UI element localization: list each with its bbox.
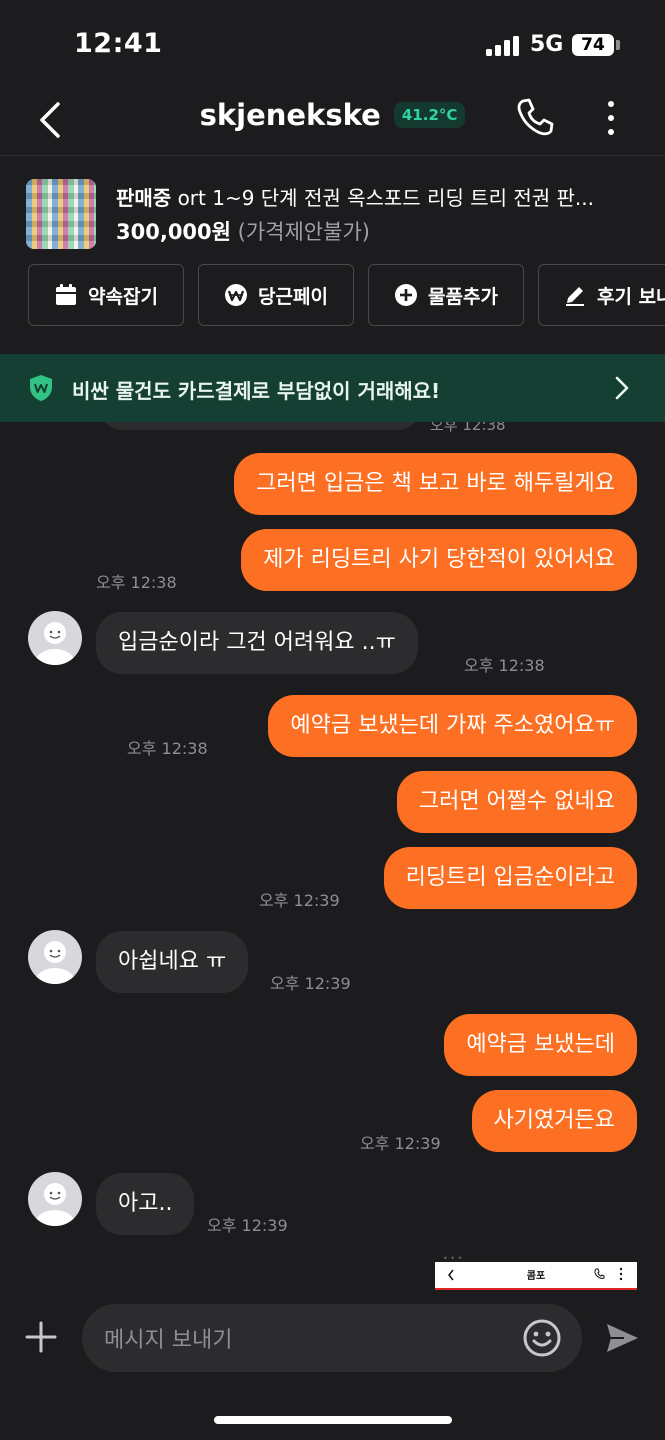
default-profile-icon xyxy=(35,941,75,984)
product-title-line: 판매중 ort 1~9 단계 전권 옥스포드 리딩 트리 전권 판... xyxy=(116,182,646,211)
chat-partner-name[interactable]: skjenekske xyxy=(200,98,381,132)
message-list[interactable]: 오후 12:38 그러면 입금은 책 보고 바로 해두릴게요 오후 12:38 … xyxy=(0,422,665,1290)
signal-icon xyxy=(486,36,519,56)
message-input-bar: 메시지 보내기 xyxy=(0,1290,665,1390)
plus-circle-icon xyxy=(395,284,418,306)
shield-won-icon xyxy=(30,375,52,401)
message-timestamp: 오후 12:38 xyxy=(464,656,545,675)
status-time: 12:41 xyxy=(74,28,163,59)
chevron-right-icon[interactable] xyxy=(612,374,632,402)
battery-icon: 74 xyxy=(572,34,614,56)
calendar-icon xyxy=(56,284,77,305)
product-summary[interactable]: 판매중 ort 1~9 단계 전권 옥스포드 리딩 트리 전권 판... 300… xyxy=(0,166,665,254)
header-title-group: skjenekske 41.2°C xyxy=(0,98,665,132)
outgoing-message[interactable]: 그러면 어쩔수 없네요 xyxy=(396,771,637,833)
avatar[interactable] xyxy=(28,1172,82,1226)
karrot-pay-label: 당근페이 xyxy=(258,285,328,308)
incoming-message[interactable]: 아쉽네요 ㅠ xyxy=(96,931,249,993)
send-review-button[interactable]: 후기 보내기 xyxy=(538,264,665,326)
home-indicator xyxy=(214,1416,452,1424)
action-button-row: 약속잡기 당근페이 물품추가 후기 보내기 xyxy=(0,264,665,326)
manner-temperature-badge: 41.2°C xyxy=(393,102,466,128)
outgoing-message[interactable]: 제가 리딩트리 사기 당한적이 있어서요 xyxy=(241,529,637,591)
message-timestamp: 오후 12:38 xyxy=(430,422,506,434)
schedule-button[interactable]: 약속잡기 xyxy=(28,264,184,326)
emoji-icon[interactable] xyxy=(522,1318,562,1358)
default-profile-icon xyxy=(35,1183,75,1226)
pencil-icon xyxy=(566,287,584,306)
status-bar: 12:41 5G 74 xyxy=(0,0,665,90)
chat-header: skjenekske 41.2°C xyxy=(0,90,665,156)
outgoing-message[interactable]: 그러면 입금은 책 보고 바로 해두릴게요 xyxy=(234,453,637,515)
message-timestamp: 오후 12:39 xyxy=(207,1216,288,1235)
banner-text: 비싼 물건도 카드결제로 부담없이 거래해요! xyxy=(72,379,441,403)
send-review-label: 후기 보내기 xyxy=(597,285,665,308)
incoming-message[interactable]: 아고.. xyxy=(96,1173,195,1235)
plus-icon[interactable] xyxy=(24,1320,58,1354)
message-timestamp: 오후 12:38 xyxy=(96,573,177,592)
product-price: 300,000원 xyxy=(116,220,231,244)
sale-status: 판매중 xyxy=(116,186,172,210)
message-timestamp: 오후 12:39 xyxy=(360,1134,441,1153)
network-type: 5G xyxy=(530,32,564,57)
message-input-placeholder: 메시지 보내기 xyxy=(104,1328,233,1353)
outgoing-message[interactable]: 사기였거든요 xyxy=(471,1090,637,1152)
message-timestamp: 오후 12:39 xyxy=(259,891,340,910)
outgoing-message[interactable]: 예약금 보냈는데 가짜 주소였어요ㅠ xyxy=(268,695,637,757)
battery-tip xyxy=(616,40,620,50)
product-price-line: 300,000원 (가격제안불가) xyxy=(116,216,370,246)
default-profile-icon xyxy=(35,622,75,665)
card-payment-banner[interactable]: 비싼 물건도 카드결제로 부담없이 거래해요! xyxy=(0,354,665,422)
send-icon[interactable] xyxy=(604,1320,640,1356)
won-icon xyxy=(225,284,248,306)
add-item-button[interactable]: 물품추가 xyxy=(368,264,524,326)
outgoing-message[interactable]: 예약금 보냈는데 xyxy=(444,1014,637,1076)
more-options-icon[interactable] xyxy=(600,98,622,138)
phone-icon[interactable] xyxy=(514,96,556,138)
schedule-label: 약속잡기 xyxy=(88,285,158,308)
outgoing-message[interactable]: 리딩트리 입금순이라고 xyxy=(383,847,637,909)
shared-image-message[interactable]: • • • 콤포 xyxy=(435,1254,637,1290)
previous-message-bubble xyxy=(100,422,420,430)
price-note: (가격제안불가) xyxy=(237,220,370,244)
incoming-message[interactable]: 입금순이라 그건 어려워요 ..ㅠ xyxy=(96,612,418,674)
message-timestamp: 오후 12:38 xyxy=(127,739,208,758)
message-timestamp: 오후 12:39 xyxy=(270,974,351,993)
shared-image-title: 콤포 xyxy=(526,1271,546,1282)
karrot-pay-button[interactable]: 당근페이 xyxy=(198,264,354,326)
add-item-label: 물품추가 xyxy=(428,285,498,308)
product-thumbnail[interactable] xyxy=(26,179,96,249)
avatar[interactable] xyxy=(28,611,82,665)
avatar[interactable] xyxy=(28,930,82,984)
product-name: ort 1~9 단계 전권 옥스포드 리딩 트리 전권 판... xyxy=(177,186,595,210)
